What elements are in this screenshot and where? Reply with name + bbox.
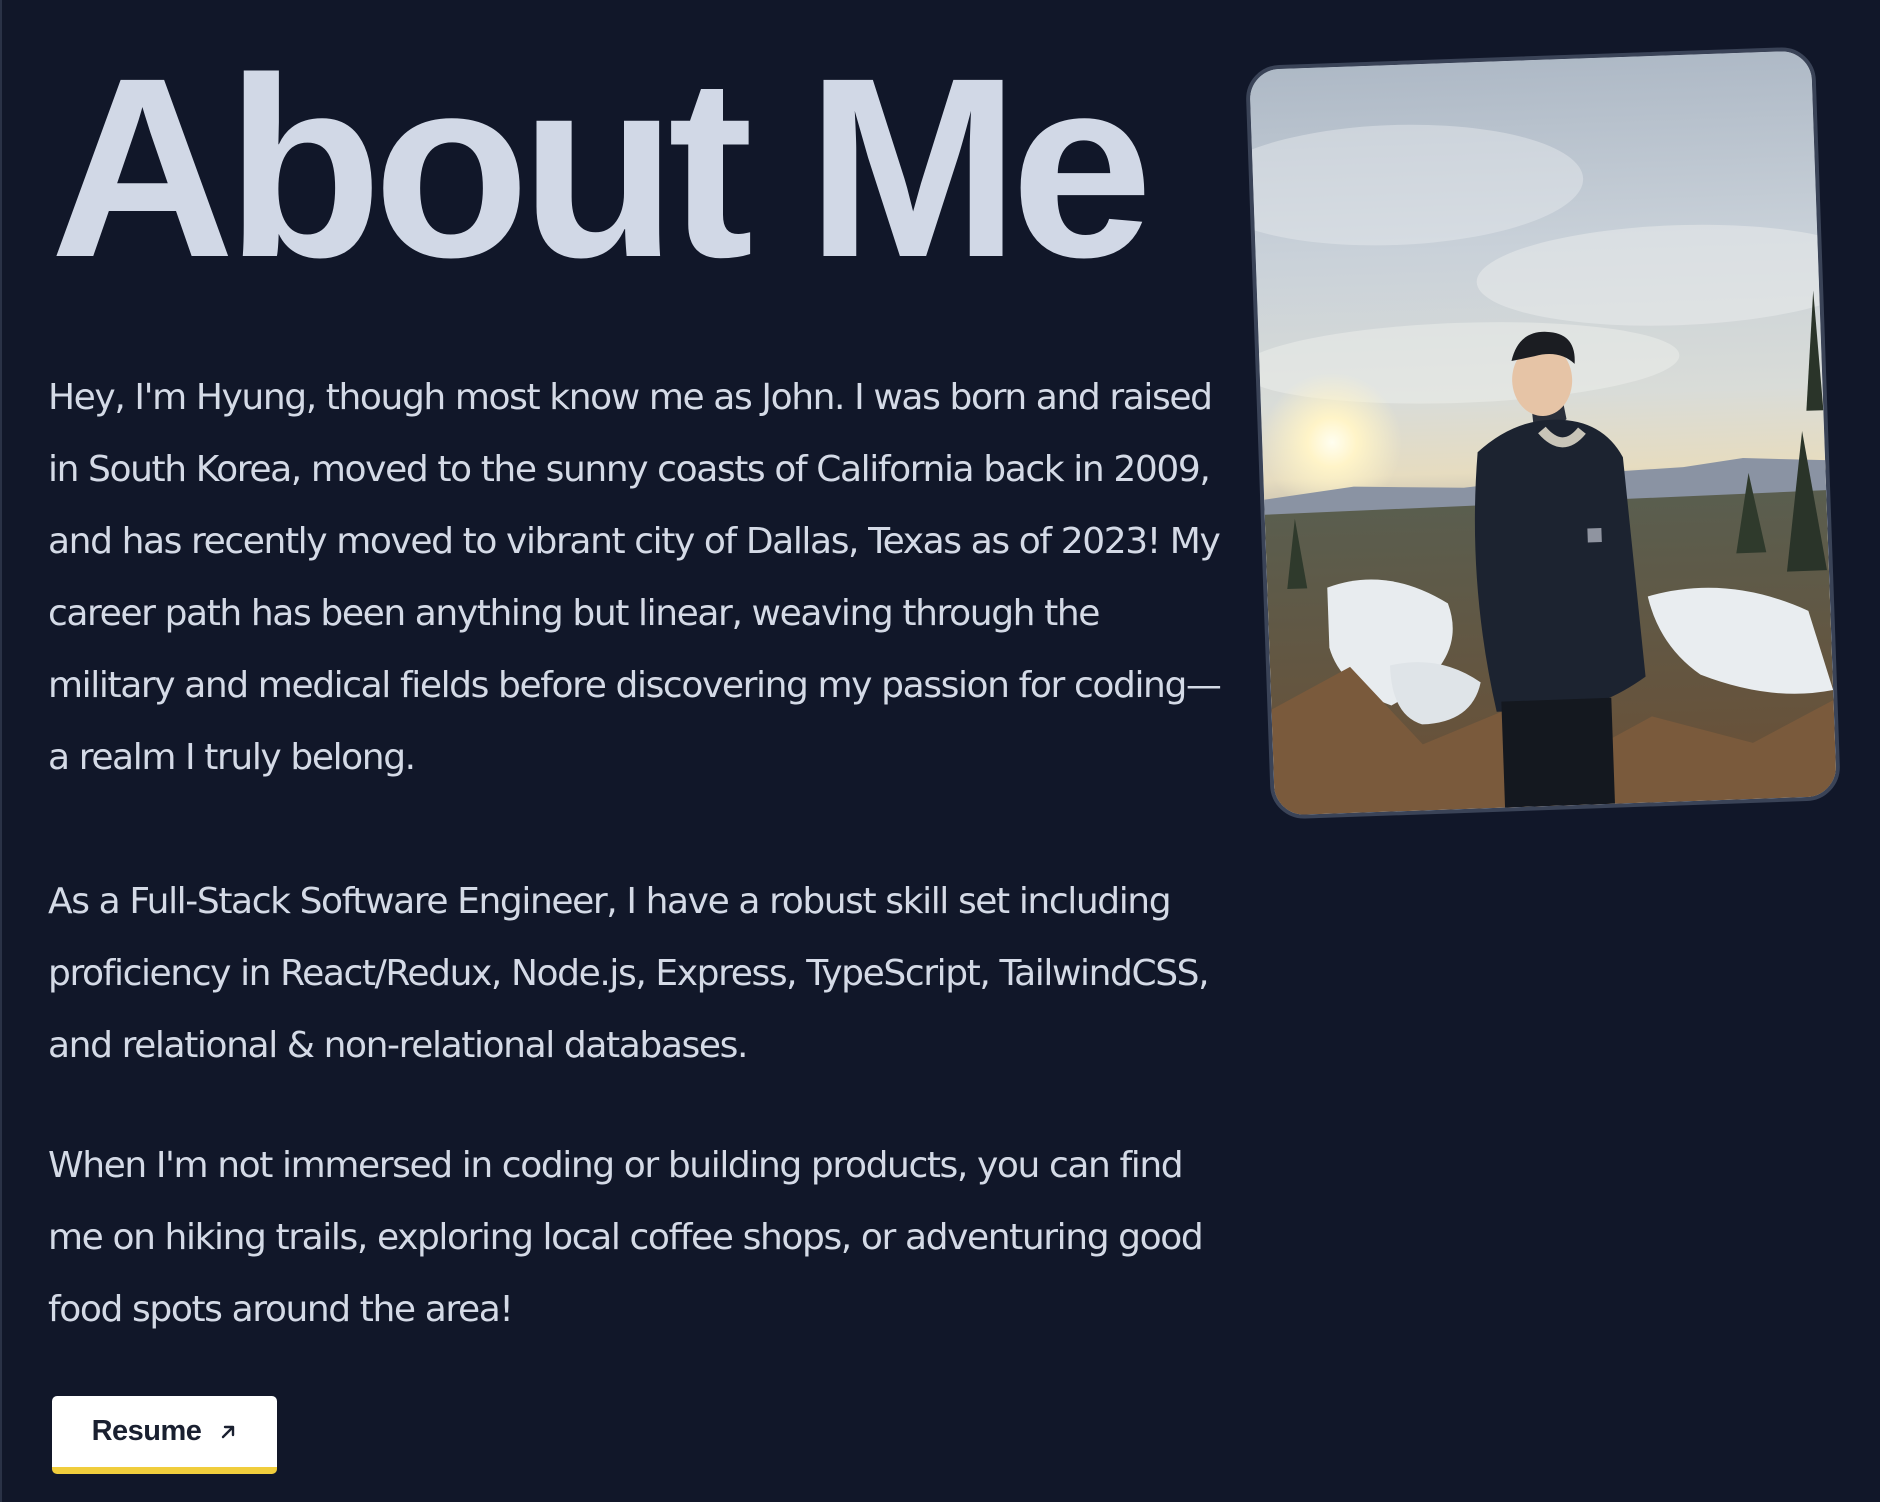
profile-photo [1245,46,1841,820]
bio-section: Hey, I'm Hyung, though most know me as J… [48,362,1228,1346]
bio-paragraph-skills: As a Full-Stack Software Engineer, I hav… [48,881,1210,1066]
resume-button-label: Resume [91,1415,202,1447]
page-left-border [0,0,2,1502]
resume-button[interactable]: Resume [52,1396,277,1474]
bio-paragraph-intro: Hey, I'm Hyung, though most know me as J… [48,377,1222,778]
arrow-up-right-icon [219,1423,237,1441]
page-title: About Me [50,25,1153,311]
bio-paragraph-hobbies: When I'm not immersed in coding or build… [48,1145,1204,1330]
